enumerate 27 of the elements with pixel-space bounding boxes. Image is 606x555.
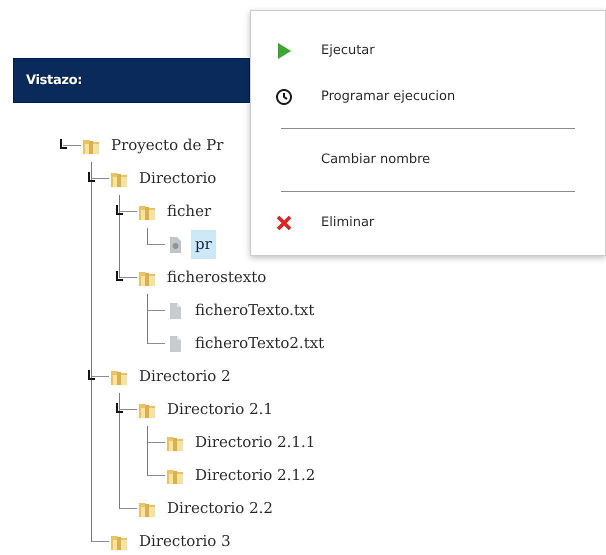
tree-item[interactable]: Directorio 2 [135,362,235,391]
collapse-toggle-icon[interactable] [88,172,95,182]
tree-item[interactable]: ficheroTexto2.txt [191,329,328,358]
close-icon [275,214,293,232]
tree-item[interactable]: ficher [163,197,216,226]
menu-item[interactable]: Ejecutar [251,28,605,74]
tree-item[interactable]: Directorio 2.1.1 [191,428,320,457]
header-title: Vistazo: [26,72,82,90]
menu-item[interactable]: Programar ejecucion [251,74,605,120]
collapse-toggle-icon[interactable] [88,370,95,380]
tree-item[interactable]: Directorio 2.1.2 [191,461,320,490]
tree-item[interactable]: ficherostexto [163,263,270,292]
clock-icon [275,88,293,106]
tree-item[interactable]: Directorio 2.2 [163,494,277,523]
tree-item[interactable]: Proyecto de Pr [107,131,228,160]
collapse-toggle-icon[interactable] [116,205,123,215]
collapse-toggle-icon[interactable] [60,139,67,149]
tree-item[interactable]: Directorio 2.1 [163,395,277,424]
collapse-toggle-icon[interactable] [116,403,123,413]
tree-item[interactable]: Directorio 3 [135,527,235,555]
play-icon [275,42,293,60]
collapse-toggle-icon[interactable] [116,271,123,281]
menu-item[interactable]: Eliminar [251,200,605,246]
tree-item[interactable]: Directorio [135,164,220,193]
tree-item[interactable]: ficheroTexto.txt [191,296,318,325]
tree-item[interactable]: pr [191,230,216,259]
menu-item[interactable]: Cambiar nombre [251,137,605,183]
